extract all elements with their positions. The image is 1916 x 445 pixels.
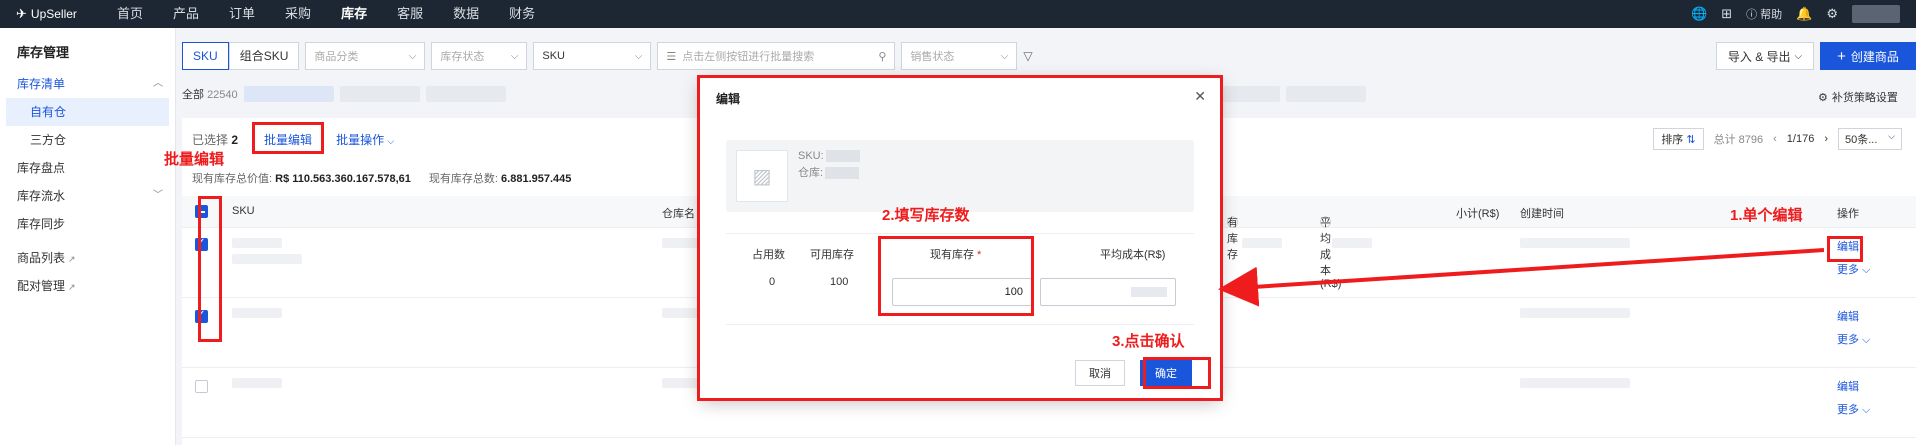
arrow-line xyxy=(1218,248,1825,307)
annotation-arrow xyxy=(1218,248,1825,307)
